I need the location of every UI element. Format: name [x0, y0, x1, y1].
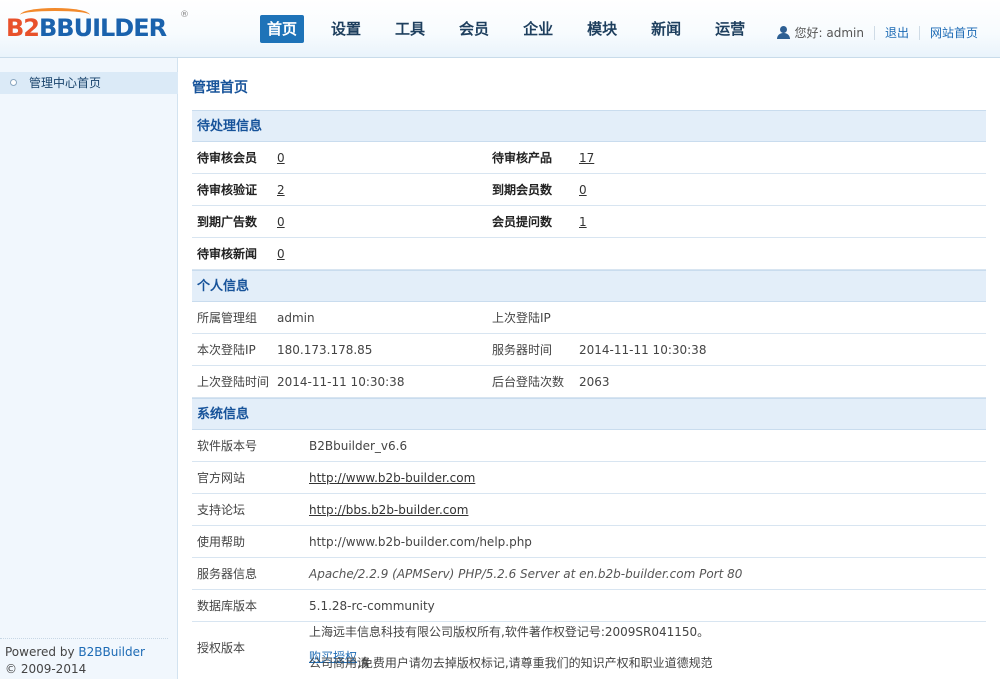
info-value: admin	[277, 311, 315, 325]
copyright-text: © 2009-2014	[5, 662, 87, 676]
bullet-icon	[10, 79, 17, 86]
page-title: 管理首页	[192, 80, 248, 96]
pending-value-link[interactable]: 2	[277, 183, 285, 197]
divider	[873, 25, 875, 40]
pending-label: 到期广告数	[197, 215, 258, 229]
db-version: 5.1.28-rc-community	[309, 599, 435, 613]
pending-label: 待审核产品	[492, 151, 553, 165]
nav-news[interactable]: 新闻	[644, 15, 688, 43]
info-label: 上次登陆时间	[197, 375, 270, 389]
info-value: 2063	[579, 375, 610, 389]
info-value: 2014-11-11 10:30:38	[579, 343, 707, 357]
user-icon	[776, 26, 790, 39]
table-row: 待审核新闻 0	[192, 238, 986, 270]
table-row: 软件版本号 B2Bbuilder_v6.6	[192, 430, 986, 462]
powered-by-text: Powered by	[5, 645, 79, 659]
table-row: 官方网站 http://www.b2b-builder.com	[192, 462, 986, 494]
info-label: 本次登陆IP	[197, 343, 256, 357]
table-row: 待审核验证 2 到期会员数 0	[192, 174, 986, 206]
nav-settings[interactable]: 设置	[324, 15, 368, 43]
main-nav: 首页 设置 工具 会员 企业 模块 新闻 运营	[260, 15, 772, 43]
table-row: 数据库版本 5.1.28-rc-community	[192, 590, 986, 622]
info-label: 服务器信息	[197, 567, 258, 581]
table-row: 上次登陆时间 2014-11-11 10:30:38 后台登陆次数 2063	[192, 366, 986, 398]
forum-link[interactable]: http://bbs.b2b-builder.com	[309, 503, 468, 517]
sidebar: 管理中心首页 Powered by B2BBuilder © 2009-2014	[0, 58, 178, 679]
info-label: 所属管理组	[197, 311, 258, 325]
divider	[918, 25, 920, 40]
sidebar-footer: Powered by B2BBuilder © 2009-2014	[0, 638, 168, 678]
info-label: 后台登陆次数	[492, 375, 565, 389]
nav-home[interactable]: 首页	[260, 15, 305, 43]
table-row: 本次登陆IP 180.173.178.85 服务器时间 2014-11-11 1…	[192, 334, 986, 366]
b2bbuilder-logo[interactable]: B2BBUILDER ®	[6, 8, 189, 46]
pending-value-link[interactable]: 1	[579, 215, 587, 229]
section-system-title: 系统信息	[192, 398, 986, 430]
main-content: 管理首页 待处理信息 待审核会员 0 待审核产品 17 待审核验证 2 到期会员…	[192, 58, 986, 676]
section-personal-title: 个人信息	[192, 270, 986, 302]
info-value: 180.173.178.85	[277, 343, 373, 357]
info-label: 上次登陆IP	[492, 311, 551, 325]
logo-text: B2BBUILDER	[6, 14, 167, 42]
table-row: 使用帮助 http://www.b2b-builder.com/help.php	[192, 526, 986, 558]
pending-value-link[interactable]: 0	[579, 183, 587, 197]
nav-modules[interactable]: 模块	[580, 15, 624, 43]
pending-label: 会员提问数	[492, 215, 553, 229]
info-value: 2014-11-11 10:30:38	[277, 375, 405, 389]
server-info: Apache/2.2.9 (APMServ) PHP/5.2.6 Server …	[309, 567, 743, 581]
section-pending-title: 待处理信息	[192, 110, 986, 142]
pending-value-link[interactable]: 0	[277, 247, 285, 261]
pending-label: 待审核新闻	[197, 247, 258, 261]
info-label: 数据库版本	[197, 599, 258, 613]
info-label: 支持论坛	[197, 503, 246, 517]
info-label: 服务器时间	[492, 343, 553, 357]
info-label: 授权版本	[197, 641, 246, 655]
nav-operations[interactable]: 运营	[708, 15, 752, 43]
table-row: 支持论坛 http://bbs.b2b-builder.com	[192, 494, 986, 526]
info-label: 使用帮助	[197, 535, 246, 549]
sidebar-item-label: 管理中心首页	[29, 76, 102, 90]
table-row: 到期广告数 0 会员提问数 1	[192, 206, 986, 238]
table-row: 待审核会员 0 待审核产品 17	[192, 142, 986, 174]
license-notice-suffix: ,免费用户请勿去掉版权标记,请尊重我们的知识产权和职业道德规范	[357, 656, 713, 670]
pending-label: 待审核会员	[197, 151, 258, 165]
license-notice: 公司商用请 购买授权 ,免费用户请勿去掉版权标记,请尊重我们的知识产权和职业道德规范	[309, 647, 713, 670]
license-text: 上海远丰信息科技有限公司版权所有,软件著作权登记号:2009SR041150。	[309, 625, 710, 639]
help-url: http://www.b2b-builder.com/help.php	[309, 535, 532, 549]
nav-tools[interactable]: 工具	[388, 15, 432, 43]
table-row: 授权版本 上海远丰信息科技有限公司版权所有,软件著作权登记号:2009SR041…	[192, 622, 986, 676]
official-site-link[interactable]: http://www.b2b-builder.com	[309, 471, 475, 485]
info-label: 软件版本号	[197, 439, 258, 453]
pending-value-link[interactable]: 0	[277, 151, 285, 165]
nav-members[interactable]: 会员	[452, 15, 496, 43]
pending-value-link[interactable]: 0	[277, 215, 285, 229]
table-row: 服务器信息 Apache/2.2.9 (APMServ) PHP/5.2.6 S…	[192, 558, 986, 590]
info-label: 官方网站	[197, 471, 246, 485]
user-greeting: 您好: admin	[794, 26, 864, 40]
pending-label: 到期会员数	[492, 183, 553, 197]
powered-by-link[interactable]: B2BBuilder	[78, 645, 145, 659]
pending-value-link[interactable]: 17	[579, 151, 594, 165]
sidebar-item-admin-home[interactable]: 管理中心首页	[0, 72, 178, 94]
user-bar: 您好: admin 退出 网站首页	[776, 24, 978, 41]
software-version: B2Bbuilder_v6.6	[309, 439, 408, 453]
nav-enterprise[interactable]: 企业	[516, 15, 560, 43]
pending-label: 待审核验证	[197, 183, 258, 197]
logout-link[interactable]: 退出	[885, 24, 909, 41]
table-row: 所属管理组 admin 上次登陆IP	[192, 302, 986, 334]
registered-mark: ®	[180, 10, 189, 20]
top-header: B2BBUILDER ® 首页 设置 工具 会员 企业 模块 新闻 运营 您好:…	[0, 0, 1000, 58]
site-home-link[interactable]: 网站首页	[930, 24, 978, 41]
